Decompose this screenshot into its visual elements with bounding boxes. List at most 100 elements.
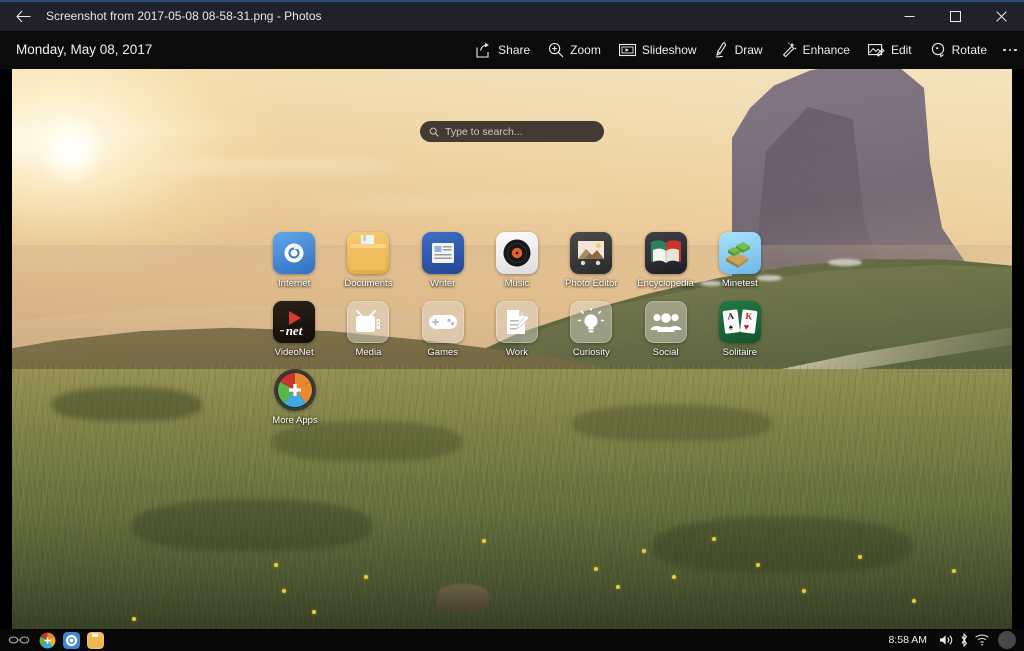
minimize-button[interactable] (886, 2, 932, 31)
rotate-icon (931, 42, 944, 58)
desktop-icon-label: Documents (344, 278, 393, 289)
wildflower (858, 555, 862, 559)
desktop-icon-encyclopedia[interactable]: Encyclopedia (628, 232, 702, 289)
taskbar: 8:58 AM (0, 629, 1024, 651)
ellipsis-dot-icon (1003, 48, 1006, 52)
document-pencil-icon (495, 300, 538, 343)
solitaire-right-card: K (745, 310, 753, 321)
wildflower (712, 537, 716, 541)
launcher-icon[interactable] (39, 631, 56, 649)
wildflower (642, 549, 646, 553)
ellipsis-dot-icon (1008, 48, 1012, 52)
desktop-icon-media[interactable]: Media (331, 300, 405, 358)
wildflower (952, 569, 956, 573)
zoom-icon (549, 42, 564, 58)
desktop-icon-solitaire[interactable]: A ♠ K ♥ Solitaire (703, 300, 777, 358)
share-label: Share (498, 43, 531, 57)
taskbar-apps (6, 629, 104, 651)
wildflower (282, 589, 286, 593)
zoom-button[interactable]: Zoom (539, 31, 610, 69)
desktop-icon-label: Photo Editor (565, 278, 618, 289)
maximize-button[interactable] (932, 2, 978, 31)
taskbar-clock[interactable]: 8:58 AM (888, 634, 927, 646)
desktop-icon-label: Social (652, 346, 679, 358)
wildflower (672, 575, 676, 579)
desktop-icon-label: Media (355, 346, 382, 358)
desktop-icon-photo-editor[interactable]: Photo Editor (554, 232, 628, 289)
internet-icon (273, 232, 316, 274)
window-controls (886, 2, 1024, 31)
meadow-shadow (12, 499, 1012, 629)
draw-button[interactable]: Draw (706, 31, 772, 69)
draw-label: Draw (734, 43, 763, 57)
command-buttons: Share Zoom Slideshow Draw Enhance Edit R… (467, 31, 996, 69)
wildflower (482, 539, 486, 543)
close-icon (995, 11, 1007, 22)
user-avatar[interactable] (998, 631, 1016, 649)
files-icon[interactable] (87, 631, 104, 649)
desktop-icon-social[interactable]: Social (628, 300, 702, 358)
edit-icon (868, 44, 885, 57)
desktop-icon-minetest[interactable]: Minetest (703, 232, 777, 289)
cloud-streak (142, 161, 402, 171)
wifi-icon[interactable] (973, 629, 991, 651)
edit-button[interactable]: Edit (859, 31, 921, 69)
desktop-icon-writer[interactable]: Writer (406, 232, 480, 289)
wildflower (802, 589, 806, 593)
wildflower (756, 563, 760, 567)
wildflower (616, 585, 620, 589)
more-apps-icon (274, 369, 316, 411)
desktop-icon-more-apps[interactable]: More Apps (257, 369, 333, 426)
wildflower (594, 567, 598, 571)
system-logo-icon[interactable] (6, 629, 32, 651)
system-tray: 8:58 AM (888, 629, 1016, 651)
wildflower (364, 575, 368, 579)
edit-label: Edit (890, 43, 912, 57)
back-button[interactable] (0, 2, 46, 31)
desktop-search-bar[interactable] (420, 121, 604, 142)
desktop-icon-label: Solitaire (722, 346, 757, 358)
grass-tuft (52, 387, 202, 421)
desktop-icon-music[interactable]: Music (480, 232, 554, 289)
folder-icon (347, 232, 390, 274)
desktop-icon-label: Internet (278, 278, 311, 289)
desktop-icon-label: Music (504, 278, 530, 289)
desktop-icon-label: Games (427, 346, 459, 358)
desktop-icon-row: More Apps (257, 369, 777, 426)
writer-icon (421, 232, 464, 274)
desktop-icon-work[interactable]: Work (480, 300, 554, 358)
television-icon (347, 300, 390, 343)
rotate-button[interactable]: Rotate (921, 31, 996, 69)
desktop-icon-label: Encyclopedia (637, 278, 694, 289)
search-icon (429, 127, 439, 137)
browser-icon[interactable] (63, 631, 80, 649)
desktop-icon-games[interactable]: Games (406, 300, 480, 358)
share-button[interactable]: Share (467, 31, 539, 69)
desktop-icon-curiosity[interactable]: Curiosity (554, 300, 628, 358)
back-arrow-icon (15, 10, 30, 23)
cloud-streak (72, 125, 262, 133)
videonet-icon: net (273, 300, 316, 343)
wildflower (312, 610, 316, 614)
bluetooth-icon[interactable] (955, 629, 973, 651)
photo-viewer[interactable]: Internet Documents (0, 69, 1024, 629)
enhance-button[interactable]: Enhance (772, 31, 859, 69)
close-button[interactable] (978, 2, 1024, 31)
more-options-button[interactable] (996, 31, 1024, 69)
enhance-icon (782, 42, 797, 58)
svg-text:net: net (286, 323, 303, 338)
wildflower (912, 599, 916, 603)
desktop-icon-documents[interactable]: Documents (331, 232, 405, 289)
rotate-label: Rotate (951, 43, 987, 57)
search-input[interactable] (445, 125, 595, 138)
window-title: Screenshot from 2017-05-08 08-58-31.png … (46, 9, 322, 23)
desktop-icon-label: VideoNet (274, 346, 314, 358)
desktop-icon-internet[interactable]: Internet (257, 232, 331, 289)
slideshow-button[interactable]: Slideshow (610, 31, 706, 69)
ellipsis-dot-icon (1014, 48, 1017, 52)
volume-icon[interactable] (937, 629, 955, 651)
desktop-icon-label: Curiosity (572, 346, 610, 358)
photo-image: Internet Documents (12, 69, 1012, 629)
desktop-icon-label: More Apps (272, 415, 318, 426)
desktop-icon-videonet[interactable]: net VideoNet (257, 300, 331, 358)
